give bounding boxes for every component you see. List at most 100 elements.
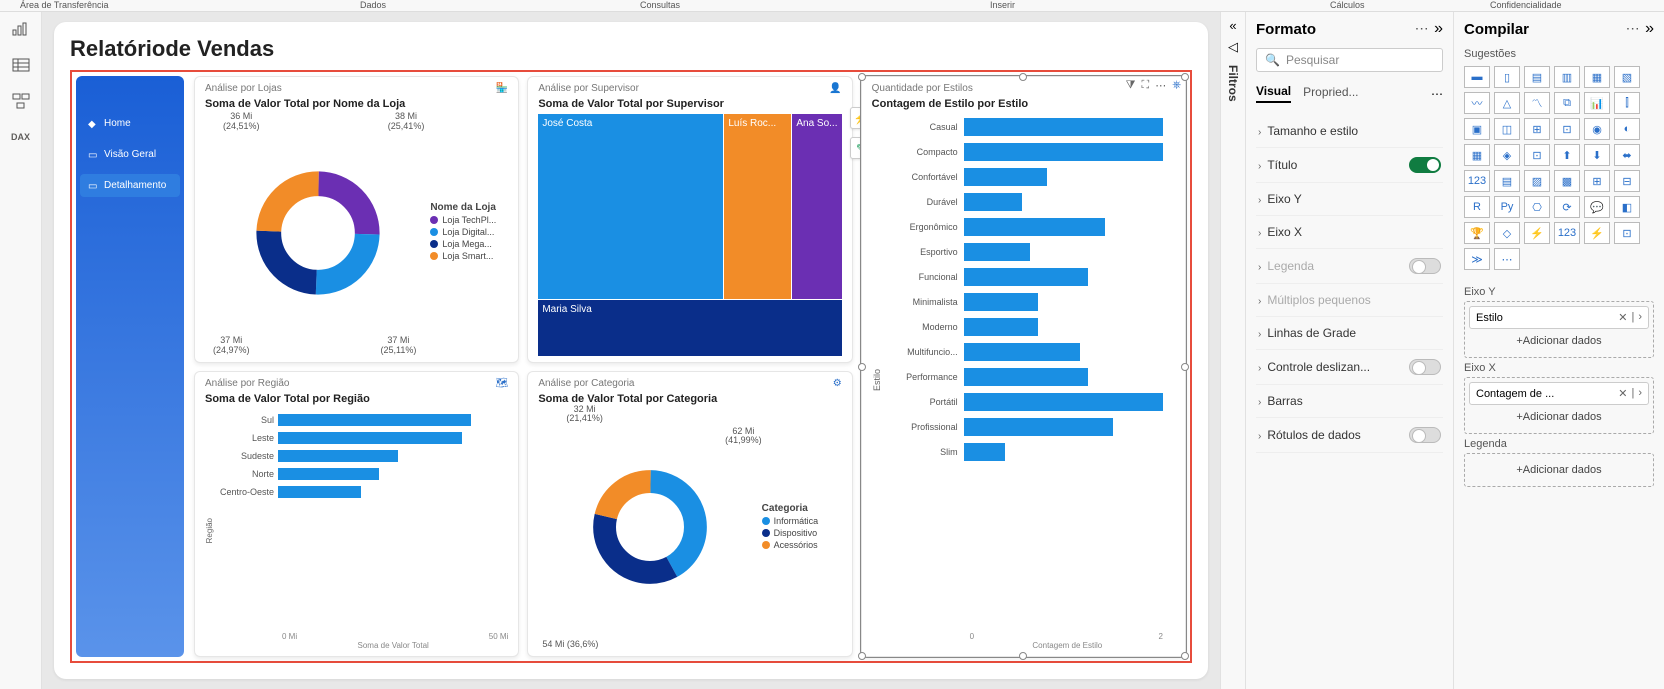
field-pill[interactable]: Contagem de ...✕|› [1469, 382, 1649, 405]
viz-type-icon[interactable]: ⊞ [1524, 118, 1550, 140]
viz-type-icon[interactable]: ◐ [1614, 118, 1640, 140]
viz-type-icon[interactable]: △ [1494, 92, 1520, 114]
toggle[interactable] [1409, 258, 1441, 274]
add-data-button[interactable]: +Adicionar dados [1469, 329, 1649, 353]
search-input[interactable]: 🔍 Pesquisar [1256, 48, 1443, 72]
filters-pane-collapsed[interactable]: « ◁ Filtros [1220, 12, 1246, 689]
viz-type-icon[interactable]: ⟳ [1554, 196, 1580, 218]
viz-type-icon[interactable]: ▯ [1494, 66, 1520, 88]
viz-type-icon[interactable]: ⚡ [1584, 222, 1610, 244]
dax-view-icon[interactable]: DAX [11, 128, 31, 146]
table-view-icon[interactable] [11, 56, 31, 74]
viz-type-icon[interactable]: ◫ [1494, 118, 1520, 140]
remove-icon[interactable]: ✕ [1618, 311, 1627, 324]
viz-type-icon[interactable]: ◉ [1584, 118, 1610, 140]
collapse-icon[interactable]: « [1229, 18, 1236, 33]
toggle[interactable] [1409, 157, 1441, 173]
viz-type-icon[interactable]: 📊 [1584, 92, 1610, 114]
viz-type-icon[interactable]: 〽 [1524, 92, 1550, 114]
format-section[interactable]: ›Controle deslizan... [1256, 350, 1443, 385]
viz-type-icon[interactable]: ⬇ [1584, 144, 1610, 166]
viz-type-icon[interactable]: ≫ [1464, 248, 1490, 270]
viz-type-icon[interactable]: Py [1494, 196, 1520, 218]
format-section[interactable]: ›Rótulos de dados [1256, 418, 1443, 453]
chevron-icon[interactable]: › [1638, 387, 1642, 400]
format-section[interactable]: ›Eixo X [1256, 216, 1443, 249]
viz-type-icon[interactable]: ◇ [1494, 222, 1520, 244]
viz-type-icon[interactable]: ▧ [1614, 66, 1640, 88]
viz-type-icon[interactable]: ⧉ [1554, 92, 1580, 114]
more-icon[interactable]: ⋯ [1415, 20, 1430, 36]
viz-type-icon[interactable]: ⬌ [1614, 144, 1640, 166]
model-view-icon[interactable] [11, 92, 31, 110]
legend-item[interactable]: Acessórios [762, 540, 842, 550]
more-icon[interactable]: ⋯ [1155, 79, 1166, 92]
card-estilos[interactable]: ⧩ ⛶ ⋯ ⎈ Quantidade por Estilos Contagem … [861, 76, 1186, 657]
viz-type-icon[interactable]: ▣ [1464, 118, 1490, 140]
viz-type-icon[interactable]: ⚡ [1524, 222, 1550, 244]
viz-type-icon[interactable]: 💬 [1584, 196, 1610, 218]
viz-type-icon[interactable]: ◈ [1494, 144, 1520, 166]
toggle[interactable] [1409, 359, 1441, 375]
bar-row: Multifuncio... [884, 339, 1171, 364]
copilot-icon[interactable]: ⎈ [1172, 79, 1181, 92]
format-section[interactable]: ›Tamanho e estilo [1256, 115, 1443, 148]
viz-type-icon[interactable]: R [1464, 196, 1490, 218]
expand-icon[interactable]: » [1434, 20, 1443, 37]
field-pill[interactable]: Estilo✕|› [1469, 306, 1649, 329]
more-icon[interactable]: ⋯ [1431, 87, 1443, 101]
viz-type-icon[interactable]: ⊡ [1554, 118, 1580, 140]
nav-home[interactable]: ◆Home [80, 112, 180, 135]
nav-visão-geral[interactable]: ▭Visão Geral [80, 143, 180, 166]
card-lojas[interactable]: Análise por Lojas🏪 Soma de Valor Total p… [194, 76, 519, 363]
legend-item[interactable]: Loja Mega... [430, 239, 508, 249]
legend-item[interactable]: Loja Smart... [430, 251, 508, 261]
legend-item[interactable]: Loja TechPl... [430, 215, 508, 225]
report-canvas[interactable]: Relatóriode Vendas ◆Home▭Visão Geral▭Det… [54, 22, 1208, 679]
more-icon[interactable]: ⋯ [1626, 20, 1641, 36]
format-section[interactable]: ›Eixo Y [1256, 183, 1443, 216]
viz-type-icon[interactable]: ▤ [1524, 66, 1550, 88]
tab-properties[interactable]: Propried... [1303, 85, 1358, 102]
remove-icon[interactable]: ✕ [1618, 387, 1627, 400]
tab-visual[interactable]: Visual [1256, 84, 1291, 103]
viz-type-icon[interactable]: ⊡ [1614, 222, 1640, 244]
viz-type-icon[interactable]: ▦ [1584, 66, 1610, 88]
format-section[interactable]: ›Título [1256, 148, 1443, 183]
viz-type-icon[interactable]: ⫿ [1614, 92, 1640, 114]
viz-type-icon[interactable]: ▤ [1494, 170, 1520, 192]
card-categoria[interactable]: Análise por Categoria⚙ Soma de Valor Tot… [527, 371, 852, 658]
viz-type-icon[interactable]: ▨ [1524, 170, 1550, 192]
viz-type-icon[interactable]: 123 [1464, 170, 1490, 192]
card-regiao[interactable]: Análise por Região🗺 Soma de Valor Total … [194, 371, 519, 658]
filter-icon[interactable]: ⧩ [1126, 79, 1136, 92]
nav-detalhamento[interactable]: ▭Detalhamento [80, 174, 180, 197]
viz-type-icon[interactable]: ⊟ [1614, 170, 1640, 192]
viz-type-icon[interactable]: 🏆 [1464, 222, 1490, 244]
viz-type-icon[interactable]: ▬ [1464, 66, 1490, 88]
format-section[interactable]: ›Barras [1256, 385, 1443, 418]
viz-type-icon[interactable]: ⋯ [1494, 248, 1520, 270]
viz-type-icon[interactable]: ▦ [1464, 144, 1490, 166]
expand-icon[interactable]: » [1645, 20, 1654, 37]
focus-icon[interactable]: ⛶ [1141, 79, 1149, 92]
toggle[interactable] [1409, 427, 1441, 443]
card-supervisor[interactable]: Análise por Supervisor👤 Soma de Valor To… [527, 76, 852, 363]
viz-type-icon[interactable]: ⬆ [1554, 144, 1580, 166]
add-data-button[interactable]: +Adicionar dados [1469, 458, 1649, 482]
legend-item[interactable]: Informática [762, 516, 842, 526]
viz-type-icon[interactable]: ⊞ [1584, 170, 1610, 192]
viz-type-icon[interactable]: ⎔ [1524, 196, 1550, 218]
report-view-icon[interactable] [11, 20, 31, 38]
viz-type-icon[interactable]: ▩ [1554, 170, 1580, 192]
viz-type-icon[interactable]: ▥ [1554, 66, 1580, 88]
chevron-icon[interactable]: › [1638, 311, 1642, 324]
legend-item[interactable]: Loja Digital... [430, 227, 508, 237]
viz-type-icon[interactable]: 123 [1554, 222, 1580, 244]
viz-type-icon[interactable]: 〰 [1464, 92, 1490, 114]
legend-item[interactable]: Dispositivo [762, 528, 842, 538]
viz-type-icon[interactable]: ◧ [1614, 196, 1640, 218]
viz-type-icon[interactable]: ⊡ [1524, 144, 1550, 166]
add-data-button[interactable]: +Adicionar dados [1469, 405, 1649, 429]
format-section[interactable]: ›Linhas de Grade [1256, 317, 1443, 350]
